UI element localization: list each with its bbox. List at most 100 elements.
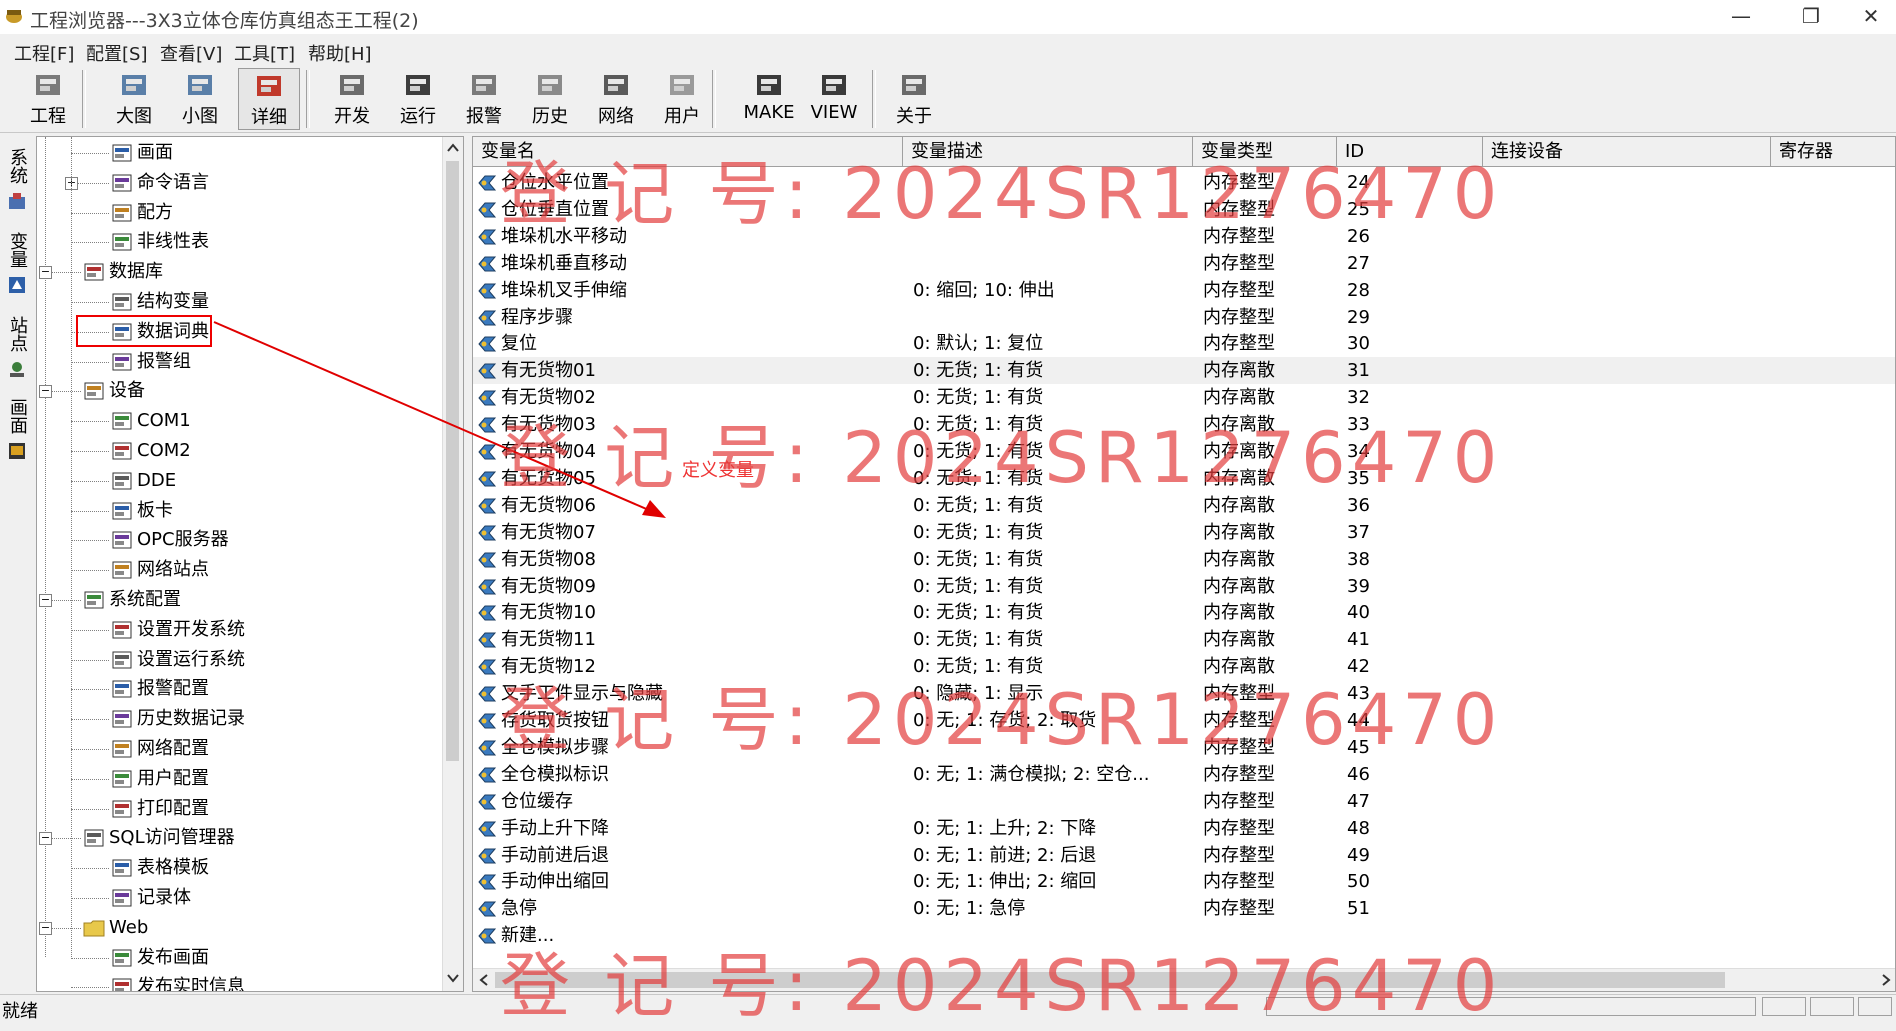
table-row[interactable]: 堆垛机叉手伸缩 0: 缩回; 10: 伸出 内存整型 28 [473, 277, 1895, 304]
tree-expander[interactable]: − [39, 266, 52, 280]
table-row[interactable]: 仓位垂直位置 内存整型 25 [473, 196, 1895, 223]
tree-item[interactable]: 报警配置 [111, 675, 209, 703]
table-row[interactable]: 有无货物08 0: 无货; 1: 有货 内存离散 38 [473, 546, 1895, 573]
table-row[interactable]: 有无货物06 0: 无货; 1: 有货 内存离散 36 [473, 492, 1895, 519]
col-header-name[interactable]: 变量名 [473, 137, 903, 167]
table-row[interactable]: 有无货物07 0: 无货; 1: 有货 内存离散 37 [473, 519, 1895, 546]
tree-expander[interactable]: − [39, 594, 52, 607]
table-row[interactable]: 有无货物03 0: 无货; 1: 有货 内存离散 33 [473, 411, 1895, 438]
toolbar-button-11[interactable]: VIEW [806, 68, 862, 130]
col-header-register[interactable]: 寄存器 [1771, 137, 1895, 167]
table-row[interactable]: 堆垛机水平移动 内存整型 26 [473, 223, 1895, 250]
minimize-button[interactable]: — [1716, 0, 1766, 34]
table-row[interactable]: 存货取货按钮 0: 无; 1: 存货; 2: 取货 内存整型 44 [473, 707, 1895, 734]
menu-project[interactable]: 工程[F] [14, 40, 74, 66]
toolbar-button-3[interactable]: 详细 [238, 68, 300, 130]
tree-scrollbar[interactable] [442, 137, 463, 991]
tree-item[interactable]: 网络配置 [111, 735, 209, 763]
toolbar-button-1[interactable]: 大图 [106, 68, 162, 130]
tree-expander[interactable]: − [39, 385, 52, 399]
table-row[interactable]: 有无货物11 0: 无货; 1: 有货 内存离散 41 [473, 626, 1895, 653]
table-row[interactable]: 仓位水平位置 内存整型 24 [473, 169, 1895, 196]
tree-item[interactable]: 设置开发系统 [111, 616, 245, 644]
toolbar-button-10[interactable]: MAKE [738, 68, 800, 130]
table-row[interactable]: 手动上升下降 0: 无; 1: 上升; 2: 下降 内存整型 48 [473, 815, 1895, 842]
close-button[interactable]: ✕ [1846, 0, 1896, 34]
tree-item[interactable]: 历史数据记录 [111, 705, 245, 733]
tree-item[interactable]: 网络站点 [111, 556, 209, 584]
scroll-up-icon[interactable] [447, 143, 459, 153]
tree-item[interactable]: 记录体 [111, 884, 191, 912]
restore-button[interactable]: ❐ [1786, 0, 1836, 34]
col-header-desc[interactable]: 变量描述 [903, 137, 1193, 167]
table-row[interactable]: 有无货物01 0: 无货; 1: 有货 内存离散 31 [473, 357, 1895, 385]
scroll-left-icon[interactable] [479, 974, 489, 986]
tree-item[interactable]: 画面 [111, 139, 173, 167]
col-header-type[interactable]: 变量类型 [1193, 137, 1337, 167]
project-tree[interactable]: 画面 命令语言 + 配方 非线性表 数据库 − 结构变量 数据词典 报警组 设备 − COM1 COM2 D… [36, 136, 464, 992]
menu-help[interactable]: 帮助[H] [308, 40, 372, 66]
table-row[interactable]: 有无货物09 0: 无货; 1: 有货 内存离散 39 [473, 573, 1895, 600]
table-row[interactable]: 新建... [473, 922, 1895, 949]
tree-item[interactable]: 报警组 [111, 348, 191, 376]
col-header-device[interactable]: 连接设备 [1483, 137, 1771, 167]
tree-item[interactable]: 表格模板 [111, 854, 209, 882]
table-row[interactable]: 有无货物02 0: 无货; 1: 有货 内存离散 32 [473, 384, 1895, 411]
table-hscroll-thumb[interactable] [495, 972, 1725, 988]
tree-item[interactable]: 配方 [111, 199, 173, 227]
tree-expander[interactable]: − [39, 921, 52, 935]
tree-expander[interactable]: − [39, 832, 52, 846]
table-row[interactable]: 急停 0: 无; 1: 急停 内存整型 51 [473, 895, 1895, 922]
tree-item[interactable]: 用户配置 [111, 765, 209, 793]
tree-item[interactable]: 打印配置 [111, 795, 209, 823]
table-row[interactable]: 程序步骤 内存整型 29 [473, 304, 1895, 331]
tree-item[interactable]: 结构变量 [111, 288, 209, 316]
col-header-id[interactable]: ID [1337, 137, 1483, 167]
tree-item[interactable]: SQL访问管理器 [83, 824, 235, 852]
toolbar-button-7[interactable]: 历史 [522, 68, 578, 130]
toolbar-button-4[interactable]: 开发 [324, 68, 380, 130]
tree-item[interactable]: DDE [111, 467, 176, 495]
toolbar-button-6[interactable]: 报警 [456, 68, 512, 130]
table-hscrollbar[interactable] [473, 968, 1895, 991]
tree-item[interactable]: 非线性表 [111, 228, 209, 256]
tree-item[interactable]: 命令语言 [111, 169, 209, 197]
toolbar-button-12[interactable]: 关于 [886, 68, 942, 130]
tree-item[interactable]: OPC服务器 [111, 526, 229, 554]
menu-view[interactable]: 查看[V] [160, 40, 222, 66]
tree-item[interactable]: 板卡 [111, 497, 173, 525]
toolbar-button-2[interactable]: 小图 [172, 68, 228, 130]
side-tab-system[interactable]: 系统 [4, 148, 30, 213]
side-tab-screens[interactable]: 画面 [4, 398, 30, 463]
toolbar-button-8[interactable]: 网络 [588, 68, 644, 130]
tree-item[interactable]: COM2 [111, 437, 191, 465]
toolbar-button-9[interactable]: 用户 [654, 68, 710, 130]
tree-item[interactable]: 数据库 [83, 258, 163, 286]
menu-config[interactable]: 配置[S] [86, 40, 147, 66]
table-row[interactable]: 有无货物12 0: 无货; 1: 有货 内存离散 42 [473, 653, 1895, 680]
scroll-down-icon[interactable] [447, 973, 459, 983]
table-row[interactable]: 叉手工件显示与隐藏 0: 隐藏; 1: 显示 内存整型 43 [473, 680, 1895, 707]
table-row[interactable]: 手动伸出缩回 0: 无; 1: 伸出; 2: 缩回 内存整型 50 [473, 868, 1895, 895]
tree-item[interactable]: 发布画面 [111, 944, 209, 972]
toolbar-button-0[interactable]: 工程 [20, 68, 76, 130]
tree-item[interactable]: COM1 [111, 407, 191, 435]
table-row[interactable]: 堆垛机垂直移动 内存整型 27 [473, 250, 1895, 277]
tree-item[interactable]: 发布实时信息 [111, 973, 245, 991]
table-row[interactable]: 有无货物10 0: 无货; 1: 有货 内存离散 40 [473, 599, 1895, 626]
tree-item[interactable]: 设置运行系统 [111, 646, 245, 674]
table-row[interactable]: 全仓模拟步骤 内存整型 45 [473, 734, 1895, 761]
scroll-right-icon[interactable] [1881, 974, 1891, 986]
menu-tools[interactable]: 工具[T] [234, 40, 295, 66]
table-row[interactable]: 仓位缓存 内存整型 47 [473, 788, 1895, 815]
table-row[interactable]: 手动前进后退 0: 无; 1: 前进; 2: 后退 内存整型 49 [473, 842, 1895, 869]
variable-table[interactable]: 变量名 变量描述 变量类型 ID 连接设备 寄存器 仓位水平位置 内存整型 24 仓位… [472, 136, 1896, 992]
table-row[interactable]: 复位 0: 默认; 1: 复位 内存整型 30 [473, 330, 1895, 357]
side-tab-stations[interactable]: 站点 [4, 316, 30, 381]
tree-item[interactable]: 系统配置 [83, 586, 181, 614]
toolbar-button-5[interactable]: 运行 [390, 68, 446, 130]
side-tab-variables[interactable]: 变量 [4, 232, 30, 297]
table-row[interactable]: 全仓模拟标识 0: 无; 1: 满仓模拟; 2: 空仓... 内存整型 46 [473, 761, 1895, 788]
tree-scroll-thumb[interactable] [446, 161, 459, 761]
tree-item[interactable]: 设备 [83, 377, 145, 405]
